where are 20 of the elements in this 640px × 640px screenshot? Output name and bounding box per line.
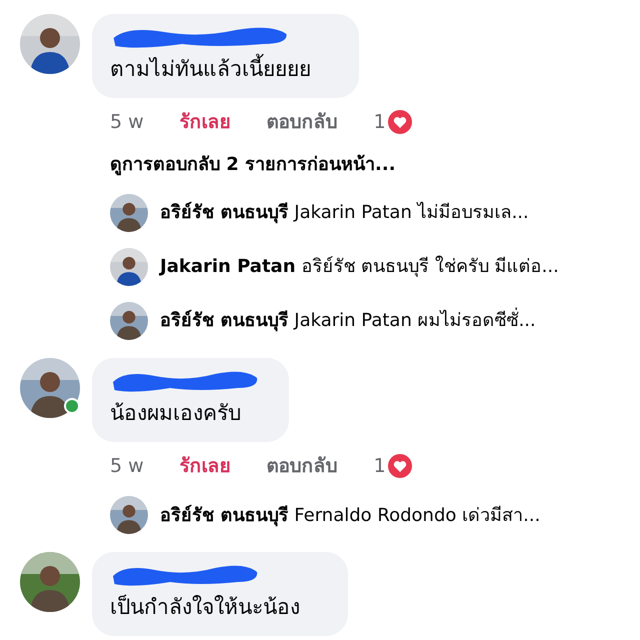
- reply-author[interactable]: Jakarin Patan: [160, 253, 296, 280]
- reaction-count: 1: [374, 454, 386, 478]
- reaction-count: 1: [374, 110, 386, 135]
- reply-author[interactable]: อริย์รัช ตนธนบุรี: [160, 199, 288, 226]
- like-button[interactable]: รักเลย: [180, 108, 231, 136]
- view-previous-replies-link[interactable]: ดูการตอบกลับ 2 รายการก่อนหน้า...: [110, 150, 396, 178]
- comment-time: 5 w: [110, 454, 144, 478]
- comment-text: น้องผมเองครับ: [110, 400, 242, 426]
- comment-time: 5 w: [110, 110, 144, 135]
- reply-author[interactable]: อริย์รัช ตนธนบุรี: [160, 307, 288, 334]
- reply-button[interactable]: ตอบกลับ: [266, 108, 338, 136]
- like-button[interactable]: รักเลย: [180, 452, 231, 480]
- comment-text: เป็นกำลังใจให้นะน้อง: [110, 594, 301, 621]
- reply-text: Jakarin Patan ผมไม่รอดซีซั่...: [294, 307, 536, 334]
- reply-button[interactable]: ตอบกลับ: [266, 452, 338, 480]
- reply-text: Fernaldo Rodondo เด่วมีสา...: [294, 504, 540, 528]
- reply-author[interactable]: อริย์รัช ตนธนบุรี: [160, 502, 288, 528]
- reply-text: Jakarin Patan ไม่มีอบรมเล...: [294, 200, 529, 225]
- reply-text: อริย์รัช ตนธนบุรี ใช่ครับ มีแต่อ...: [302, 254, 559, 279]
- comment-text: ตามไม่ทันแล้วเนี้ยยยย: [110, 52, 341, 86]
